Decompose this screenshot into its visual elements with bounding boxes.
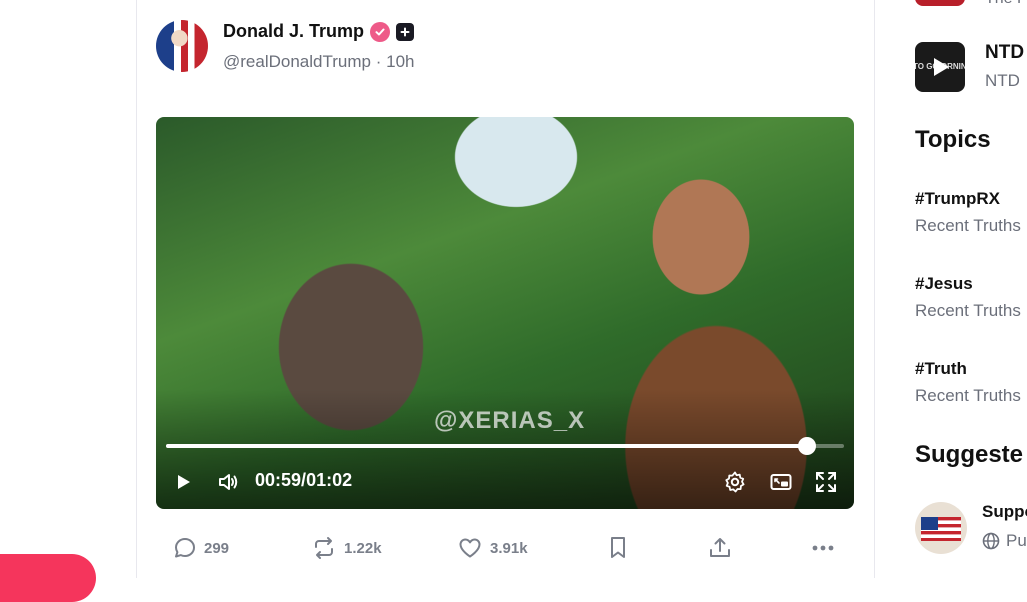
ntd-thumbnail[interactable]: TO GO ORNIN bbox=[915, 42, 965, 92]
author-handle[interactable]: @realDonaldTrump bbox=[223, 52, 371, 71]
author-avatar[interactable] bbox=[156, 20, 208, 72]
left-nav-column bbox=[0, 0, 137, 602]
heart-icon bbox=[459, 538, 481, 558]
retruth-button[interactable]: 1.22k bbox=[311, 530, 382, 566]
time-separator: · bbox=[375, 52, 382, 71]
video-current-time: 00:59 bbox=[255, 470, 302, 490]
suggested-subtitle: Pu bbox=[1006, 531, 1027, 550]
video-watermark: @XERIAS_X bbox=[434, 407, 586, 434]
picture-in-picture-icon[interactable] bbox=[768, 469, 794, 495]
volume-icon[interactable] bbox=[215, 469, 241, 495]
topic-tag[interactable]: #Truth bbox=[915, 359, 967, 379]
reply-icon bbox=[175, 538, 195, 558]
post-time[interactable]: 10h bbox=[386, 52, 414, 71]
video-duration: 01:02 bbox=[306, 470, 353, 490]
video-player[interactable]: @XERIAS_X 00:59/01:02 bbox=[156, 117, 854, 509]
topic-subtitle: Recent Truths bbox=[915, 301, 1021, 320]
suggested-avatar[interactable] bbox=[915, 502, 967, 554]
suggested-heading: Suggeste bbox=[915, 441, 1024, 468]
topics-heading: Topics bbox=[915, 126, 991, 153]
reply-button[interactable]: 299 bbox=[173, 530, 229, 566]
verified-badge-icon bbox=[370, 21, 391, 42]
post-actions: 299 1.22k 3.91k bbox=[156, 530, 854, 570]
author-name[interactable]: Donald J. Trump bbox=[223, 21, 364, 42]
globe-icon bbox=[982, 532, 1000, 550]
trending-top-label[interactable]: The F bbox=[985, 0, 1027, 8]
settings-icon[interactable] bbox=[722, 469, 748, 495]
topic-subtitle: Recent Truths bbox=[915, 386, 1021, 405]
like-button[interactable]: 3.91k bbox=[457, 530, 528, 566]
plus-badge-icon bbox=[396, 22, 415, 41]
topic-tag[interactable]: #TrumpRX bbox=[915, 189, 1000, 209]
ntd-subtitle: NTD bbox=[985, 71, 1020, 90]
more-icon bbox=[812, 545, 834, 551]
bookmark-button[interactable] bbox=[607, 530, 629, 566]
trending-thumb-top[interactable] bbox=[915, 0, 965, 6]
ntd-name[interactable]: NTD bbox=[985, 42, 1024, 64]
play-icon bbox=[934, 58, 949, 76]
share-icon bbox=[710, 538, 730, 557]
compose-button[interactable] bbox=[0, 554, 96, 602]
bookmark-icon bbox=[611, 537, 625, 558]
play-icon[interactable] bbox=[170, 469, 196, 495]
like-count: 3.91k bbox=[490, 539, 528, 557]
author-name-row: Donald J. Trump bbox=[223, 21, 415, 42]
more-options-button[interactable] bbox=[810, 530, 836, 566]
video-time: 00:59/01:02 bbox=[255, 470, 352, 491]
topic-tag[interactable]: #Jesus bbox=[915, 274, 973, 294]
topic-subtitle: Recent Truths bbox=[915, 216, 1021, 235]
post-card: Donald J. Trump @realDonaldTrump · 10h @… bbox=[136, 0, 875, 578]
right-sidebar: The F TO GO ORNIN NTD NTD Topics #TrumpR… bbox=[875, 0, 1027, 578]
suggested-subtitle-row: Pu bbox=[982, 531, 1027, 551]
author-handle-row: @realDonaldTrump · 10h bbox=[223, 52, 414, 72]
suggested-name[interactable]: Suppo bbox=[982, 502, 1027, 522]
video-progress-bar[interactable] bbox=[166, 437, 844, 455]
video-progress-fill bbox=[166, 444, 807, 448]
reply-count: 299 bbox=[204, 539, 230, 557]
fullscreen-icon[interactable] bbox=[813, 469, 839, 495]
retruth-icon bbox=[315, 537, 333, 559]
retruth-count: 1.22k bbox=[344, 539, 382, 557]
video-progress-handle[interactable] bbox=[797, 437, 816, 455]
share-button[interactable] bbox=[707, 530, 733, 566]
